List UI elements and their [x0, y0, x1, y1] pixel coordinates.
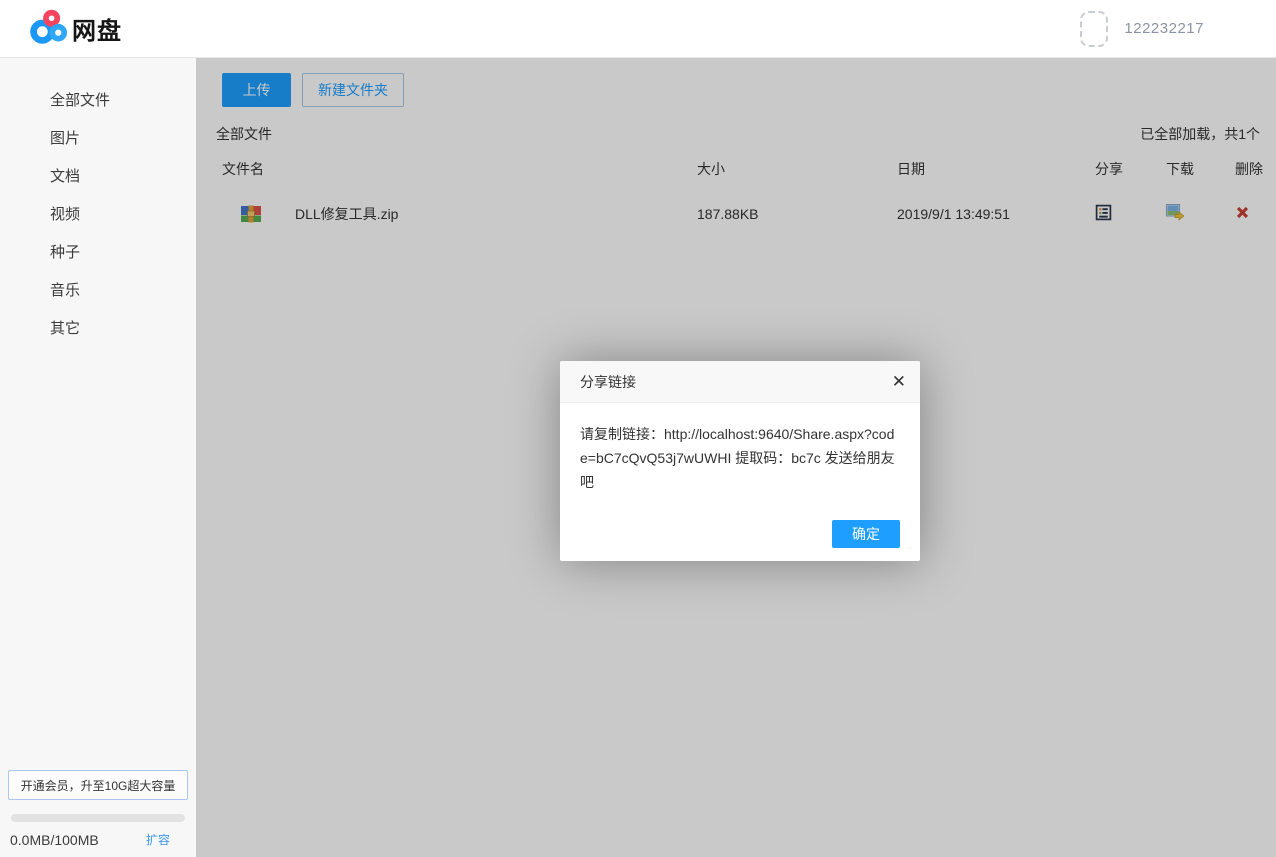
sidebar-item-videos[interactable]: 视频 — [0, 194, 196, 232]
user-avatar-broken-image-icon[interactable] — [1080, 11, 1108, 47]
app-logo[interactable]: 网盘 — [30, 8, 122, 50]
storage-progress-bar — [11, 814, 185, 822]
share-link-modal: 分享链接 ✕ 请复制链接：http://localhost:9640/Share… — [560, 361, 920, 561]
sidebar-item-torrents[interactable]: 种子 — [0, 232, 196, 270]
sidebar-item-documents[interactable]: 文档 — [0, 156, 196, 194]
app-title: 网盘 — [72, 11, 122, 46]
sidebar-item-images[interactable]: 图片 — [0, 118, 196, 156]
user-area: 122232217 — [1080, 11, 1246, 47]
sidebar-nav: 全部文件 图片 文档 视频 种子 音乐 其它 — [0, 58, 196, 346]
username: 122232217 — [1124, 20, 1204, 37]
netdisk-logo-icon — [30, 8, 67, 50]
storage-usage-label: 0.0MB/100MB — [10, 832, 99, 848]
sidebar: 全部文件 图片 文档 视频 种子 音乐 其它 开通会员，升至10G超大容量 0.… — [0, 58, 196, 857]
expand-storage-link[interactable]: 扩容 — [146, 831, 170, 848]
sidebar-item-music[interactable]: 音乐 — [0, 270, 196, 308]
modal-header: 分享链接 ✕ — [560, 361, 920, 403]
app-shell: 全部文件 图片 文档 视频 种子 音乐 其它 开通会员，升至10G超大容量 0.… — [0, 58, 1276, 857]
upgrade-member-button[interactable]: 开通会员，升至10G超大容量 — [8, 770, 188, 800]
sidebar-item-all-files[interactable]: 全部文件 — [0, 80, 196, 118]
modal-footer: 确定 — [560, 520, 920, 561]
share-link-text: 请复制链接：http://localhost:9640/Share.aspx?c… — [560, 403, 920, 520]
sidebar-item-others[interactable]: 其它 — [0, 308, 196, 346]
main-content: 上传 新建文件夹 全部文件 已全部加载，共1个 文件名 大小 日期 分享 下载 … — [196, 58, 1276, 857]
confirm-button[interactable]: 确定 — [832, 520, 900, 548]
app-header: 网盘 122232217 — [0, 0, 1276, 58]
close-icon[interactable]: ✕ — [892, 361, 906, 403]
modal-title: 分享链接 — [580, 374, 636, 390]
sidebar-storage-panel: 开通会员，升至10G超大容量 0.0MB/100MB 扩容 — [0, 770, 196, 857]
